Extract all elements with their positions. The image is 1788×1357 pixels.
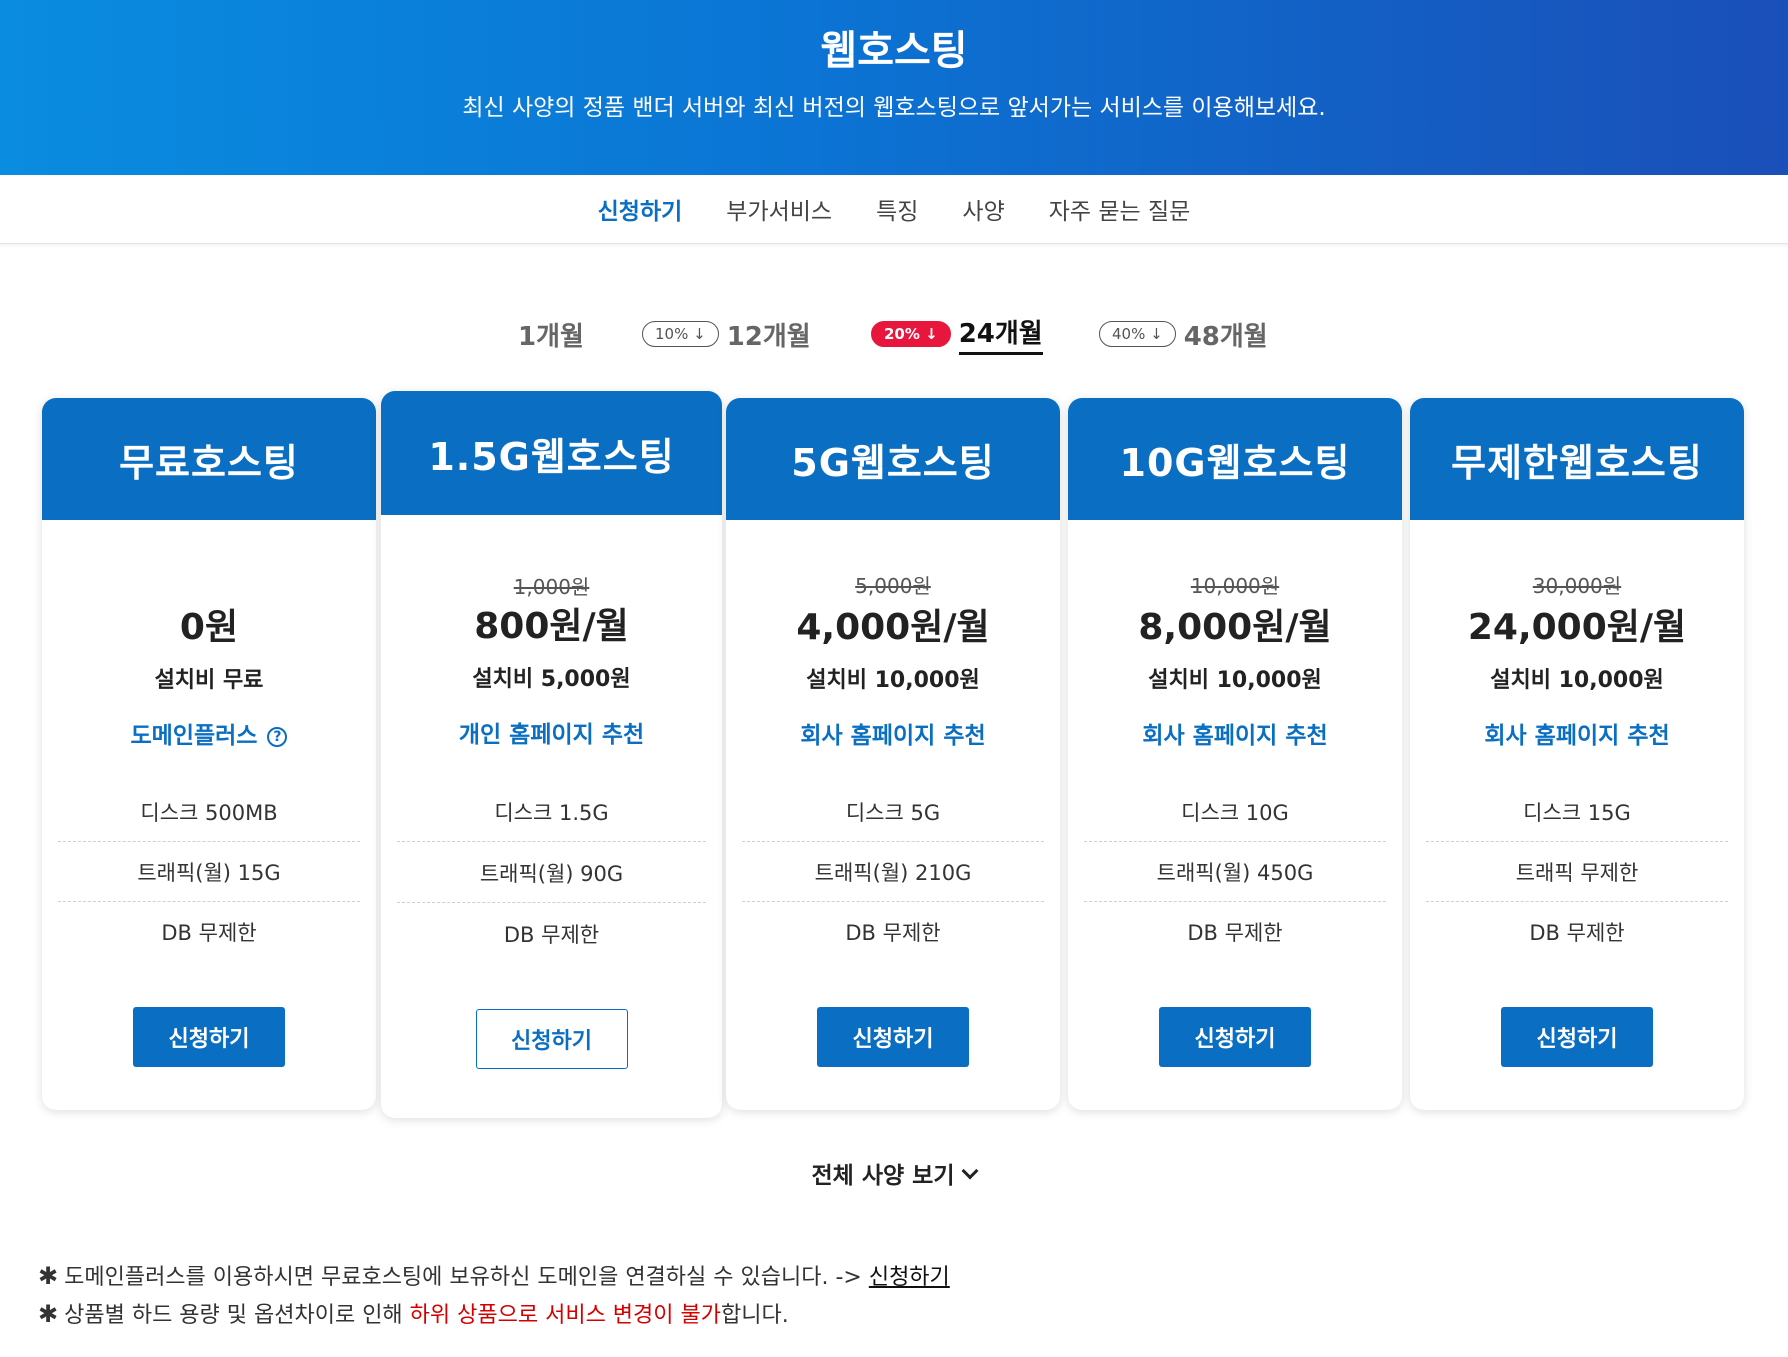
notice-text: 도메인플러스를 이용하시면 무료호스팅에 보유하신 도메인을 연결하실 수 있습… (64, 1265, 869, 1290)
period-label: 48개월 (1183, 321, 1268, 352)
period-tab-1-month[interactable]: 1개월 (518, 312, 584, 356)
period-tab-12-months[interactable]: 10% ↓ 12개월 (642, 312, 811, 356)
plan-name: 5G웹호스팅 (726, 398, 1060, 520)
plan-card-10g: 10G웹호스팅 10,000원 8,000원/월 설치비 10,000원 회사 … (1068, 398, 1402, 1110)
section-nav: 신청하기 부가서비스 특징 사양 자주 묻는 질문 (0, 175, 1788, 244)
notice-list: ✱ 도메인플러스를 이용하시면 무료호스팅에 보유하신 도메인을 연결하실 수 있… (38, 1257, 950, 1333)
notice-item: ✱ 도메인플러스를 이용하시면 무료호스팅에 보유하신 도메인을 연결하실 수 있… (38, 1257, 950, 1295)
original-price: 10,000원 (1190, 574, 1280, 598)
feature-db: DB 무제한 (161, 921, 257, 945)
view-all-specs-label: 전체 사양 보기 (811, 1163, 955, 1189)
plan-card-unlimited: 무제한웹호스팅 30,000원 24,000원/월 설치비 10,000원 회사… (1410, 398, 1744, 1110)
feature-traffic: 트래픽(월) 450G (1084, 842, 1386, 902)
domain-plus-apply-link[interactable]: 신청하기 (869, 1265, 950, 1290)
plan-name: 1.5G웹호스팅 (381, 391, 722, 515)
apply-button[interactable]: 신청하기 (475, 1009, 628, 1069)
recommend-label: 회사 홈페이지 추천 (1142, 723, 1328, 749)
plan-price: 800원/월 (474, 606, 629, 647)
nav-tab-features[interactable]: 특징 (876, 188, 918, 230)
period-label: 1개월 (518, 321, 584, 352)
feature-disk: 디스크 15G (1426, 782, 1728, 842)
nav-tab-faq[interactable]: 자주 묻는 질문 (1049, 188, 1191, 230)
setup-fee: 설치비 10,000원 (1490, 668, 1664, 693)
feature-traffic: 트래픽(월) 90G (397, 843, 706, 903)
page-title: 웹호스팅 (820, 28, 968, 74)
feature-disk: 디스크 1.5G (397, 782, 706, 842)
setup-fee: 설치비 무료 (154, 668, 264, 693)
notice-text-end: 합니다. (721, 1303, 789, 1328)
plan-card-free: 무료호스팅 0원 설치비 무료 도메인플러스 ? 디스크 500MB 트래픽(월… (42, 398, 376, 1110)
period-label: 24개월 (958, 313, 1043, 355)
feature-traffic: 트래픽(월) 15G (58, 842, 360, 902)
plan-name: 10G웹호스팅 (1068, 398, 1402, 520)
setup-fee: 설치비 10,000원 (806, 668, 980, 693)
feature-db: DB 무제한 (1187, 921, 1283, 945)
plan-card-5g: 5G웹호스팅 5,000원 4,000원/월 설치비 10,000원 회사 홈페… (726, 398, 1060, 1110)
apply-button[interactable]: 신청하기 (1159, 1007, 1311, 1067)
feature-traffic: 트래픽 무제한 (1426, 842, 1728, 902)
hero-banner: 웹호스팅 최신 사양의 정품 밴더 서버와 최신 버전의 웹호스팅으로 앞서가는… (0, 0, 1788, 175)
notice-warning-text: 하위 상품으로 서비스 변경이 불가 (409, 1303, 722, 1328)
chevron-down-icon (961, 1162, 979, 1180)
notice-text: 상품별 하드 용량 및 옵션차이로 인해 (64, 1303, 410, 1328)
plan-price: 8,000원/월 (1138, 607, 1332, 648)
feature-db: DB 무제한 (1529, 921, 1625, 945)
plan-name: 무료호스팅 (42, 398, 376, 520)
period-label: 12개월 (726, 321, 811, 352)
original-price: 30,000원 (1532, 574, 1622, 598)
plan-price: 4,000원/월 (796, 607, 990, 648)
feature-disk: 디스크 10G (1084, 782, 1386, 842)
plan-name: 무제한웹호스팅 (1410, 398, 1744, 520)
apply-button[interactable]: 신청하기 (817, 1007, 969, 1067)
feature-traffic: 트래픽(월) 210G (742, 842, 1044, 902)
notice-item: ✱ 상품별 하드 용량 및 옵션차이로 인해 하위 상품으로 서비스 변경이 불가… (38, 1295, 950, 1333)
period-tab-48-months[interactable]: 40% ↓ 48개월 (1099, 312, 1268, 356)
recommend-label: 회사 홈페이지 추천 (1484, 723, 1670, 749)
asterisk-icon: ✱ (38, 1300, 59, 1328)
apply-button[interactable]: 신청하기 (133, 1007, 285, 1067)
feature-db: DB 무제한 (845, 921, 941, 945)
view-all-specs-toggle[interactable]: 전체 사양 보기 (0, 1156, 1788, 1190)
nav-tab-apply[interactable]: 신청하기 (598, 188, 683, 230)
feature-disk: 디스크 500MB (58, 782, 360, 842)
period-tab-24-months[interactable]: 20% ↓ 24개월 (871, 312, 1043, 356)
feature-db: DB 무제한 (503, 923, 600, 947)
plan-price: 24,000원/월 (1467, 607, 1687, 648)
page-subtitle: 최신 사양의 정품 밴더 서버와 최신 버전의 웹호스팅으로 앞서가는 서비스를… (462, 95, 1326, 121)
discount-badge: 40% ↓ (1099, 321, 1176, 347)
nav-tab-specs[interactable]: 사양 (962, 188, 1004, 230)
discount-badge: 10% ↓ (642, 321, 719, 347)
plan-price: 0원 (179, 607, 239, 648)
recommend-label: 회사 홈페이지 추천 (800, 723, 986, 749)
domain-plus-link[interactable]: 도메인플러스 ? (42, 716, 376, 750)
original-price: 5,000원 (855, 574, 931, 598)
setup-fee: 설치비 10,000원 (1148, 668, 1322, 693)
setup-fee: 설치비 5,000원 (472, 667, 631, 692)
billing-period-tabs: 1개월 10% ↓ 12개월 20% ↓ 24개월 40% ↓ 48개월 (0, 312, 1788, 356)
feature-disk: 디스크 5G (742, 782, 1044, 842)
original-price: 1,000원 (513, 575, 590, 599)
recommend-label: 개인 홈페이지 추천 (458, 722, 645, 748)
apply-button[interactable]: 신청하기 (1501, 1007, 1653, 1067)
recommend-label: 도메인플러스 (130, 723, 258, 749)
help-icon[interactable]: ? (267, 727, 288, 747)
nav-tab-addons[interactable]: 부가서비스 (726, 188, 832, 230)
discount-badge: 20% ↓ (871, 321, 951, 347)
plan-card-1-5g: 1.5G웹호스팅 1,000원 800원/월 설치비 5,000원 개인 홈페이… (381, 391, 722, 1118)
asterisk-icon: ✱ (38, 1262, 59, 1290)
